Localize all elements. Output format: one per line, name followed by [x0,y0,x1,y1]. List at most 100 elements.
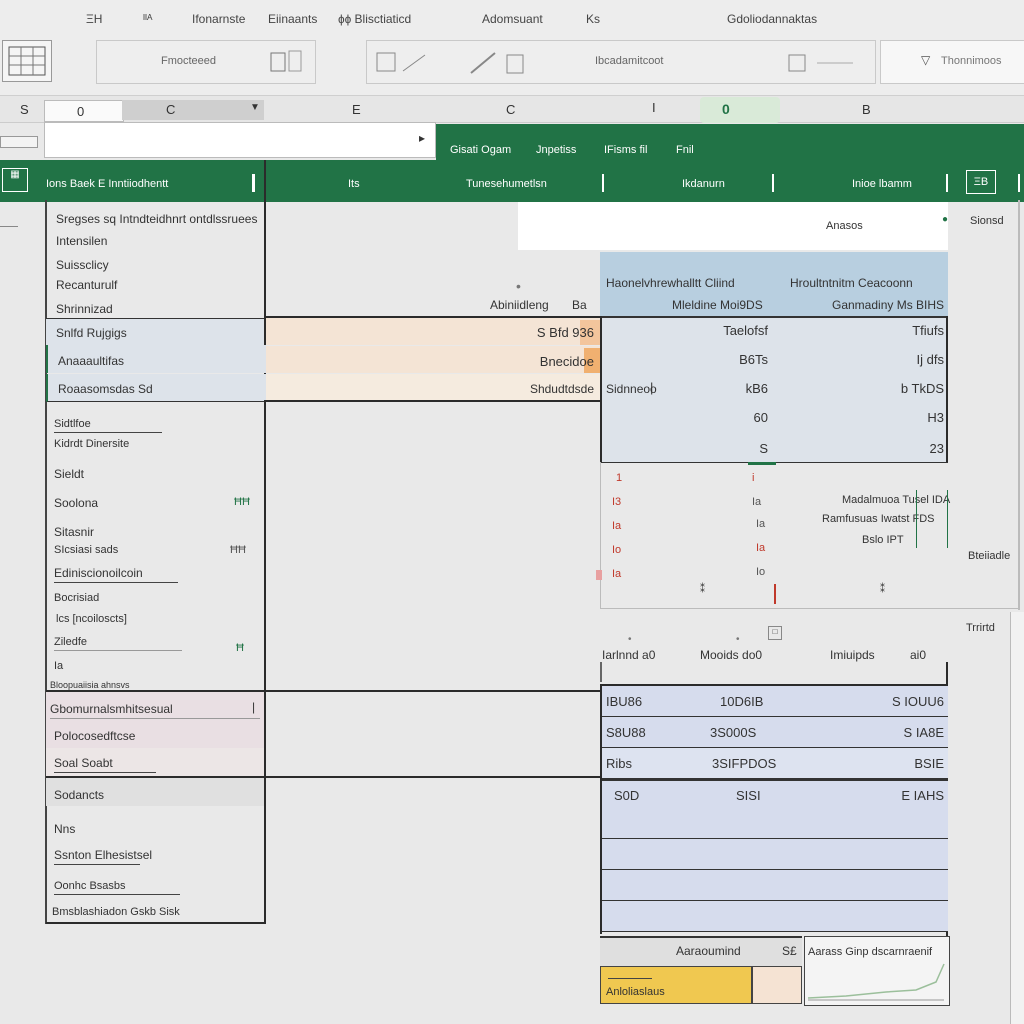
left-item[interactable]: Kidrdt Dinersite [54,438,129,450]
side-label: Sionsd [970,215,1004,227]
header-divider [772,174,774,192]
left-item[interactable]: Soolona [54,496,98,510]
left-item[interactable]: Ediniscionoilcoin [54,566,143,580]
scrollbar[interactable] [1010,612,1024,1024]
item-mark: Ħ [236,642,244,654]
scatter-mark: Ia [756,542,766,554]
ribbon-tab-file[interactable]: ΞΗ [86,12,102,26]
band-menu-item[interactable]: Gisati Ogam [450,144,511,156]
column-header[interactable]: B [862,102,871,117]
white-label: Anasos [826,220,863,232]
highlight-row-label: Snlfd Rujgigs [56,326,127,340]
small-box-icon[interactable]: □ [768,626,782,640]
peach-cell[interactable] [752,966,802,1004]
name-box-dropdown[interactable]: C ▼ [122,100,264,120]
bottom-header[interactable]: Imiuipds [830,648,875,662]
row-cursor-icon: | [650,380,654,395]
bottom-cell: S IA8E [903,725,944,740]
left-item[interactable]: lcs [ncoiloscts] [56,613,127,625]
app-logo-icon[interactable] [2,40,52,82]
ribbon-tab-insert[interactable]: Ifonarnste [192,12,245,26]
header-divider [946,174,948,192]
footer-code: S£ [782,944,797,958]
col-b-header[interactable]: Hroultntnitm Ceacoonn [790,276,913,290]
scatter-mark: I3 [612,496,622,508]
middle-value: Shdudtdsde [529,382,594,396]
font-tools-icon[interactable] [375,49,435,77]
scatter-mark: Ia [612,520,622,532]
ribbon-tab-review[interactable]: Ks [586,12,600,26]
col-a-header[interactable]: Haonelvhrewhalltt Cliind [606,276,735,290]
column-header-selected[interactable]: 0 [700,97,780,123]
header-grid-icon[interactable]: ΞΒ [966,170,996,194]
mini-chart-icon [807,963,945,1001]
table-header-cell[interactable]: Ions Baek E Inntiiodhentt [46,178,168,190]
middle-hint-label: Abiniidleng [490,298,549,312]
row-cursor-icon: | [252,700,256,714]
ribbon-tab-layout[interactable]: Eiinaants [268,12,317,26]
column-header[interactable]: C [506,102,515,117]
filter-icon[interactable]: ▽ [921,53,930,67]
left-item[interactable]: Sieldt [54,467,84,481]
middle-hint-code: Ba [572,298,587,312]
ribbon-tab-formulas[interactable]: ɸɸ Blisctiaticd [338,12,411,26]
column-header[interactable]: E [352,102,361,117]
left-item[interactable]: Sitasnir [54,525,94,539]
band-menu-item[interactable]: Fnil [676,144,694,156]
bottom-table-row[interactable] [600,808,948,839]
format-icon[interactable] [787,51,857,75]
left-item[interactable]: Ziledfe [54,636,87,648]
bottom-cell: IBU86 [606,694,643,709]
dot-marker: • [516,278,521,294]
bottom-header[interactable]: ai0 [910,648,926,662]
ribbon-tab-view[interactable]: Gdoliodannaktas [727,12,817,26]
left-item[interactable]: Bloopuaiisia ahnsvs [50,680,130,690]
selected-column-label: 0 [722,101,730,117]
band-menu-item[interactable]: Jnpetiss [536,144,576,156]
bottom-cell: 10D6IB [720,694,764,709]
underline [54,650,182,651]
table-header-cell[interactable]: Its [348,178,360,190]
bottom-cell: S0D [614,788,640,803]
header-divider [602,174,604,192]
left-item[interactable]: Sidtlfoe [54,418,91,430]
sheet-icon[interactable]: ▦ [2,168,28,192]
formula-input[interactable]: ▸ [44,122,436,158]
footer-label: Aaraoumind [676,944,741,958]
legend-bracket [916,490,948,548]
section3-label: Oonhc Bsasbs [54,880,126,892]
left-item[interactable]: Ia [54,660,63,672]
underline [54,894,180,895]
yellow-cell[interactable] [600,966,752,1004]
table-cell: S [759,441,768,456]
left-note: Suissclicy [56,258,109,272]
name-box[interactable]: 0 [44,100,124,122]
bottom-table-row[interactable] [600,870,948,901]
column-header[interactable]: I [652,100,656,115]
bottom-table-row[interactable] [600,901,948,932]
table-header-cell[interactable]: Ikdanurn [682,178,725,190]
band-menu-item[interactable]: IFisms fil [604,144,647,156]
bottom-table-row[interactable] [600,839,948,870]
ribbon-tab-home[interactable]: ᴵᴵᴬ [143,12,152,26]
section2-label: Gbomurnalsmhitsesual [50,702,173,716]
left-item[interactable]: SIcsiasi sads [54,544,118,556]
paste-icon[interactable] [267,47,307,77]
left-item[interactable]: Bocrisiad [54,592,99,604]
bottom-header[interactable]: Iarlnnd a0 [602,648,655,662]
column-header[interactable]: S [20,102,29,117]
col-a-subheader[interactable]: Mleldine Moi9DS [672,298,763,312]
bottom-header[interactable]: Mooids do0 [700,648,762,662]
bottom-cell: S8U88 [606,725,646,740]
scatter-mark: Ia [756,518,766,530]
grid-line [264,400,602,402]
table-cell: B6Ts [739,352,768,367]
col-b-subheader[interactable]: Ganmadiny Ms BIHS [832,298,944,312]
ribbon-tab-data[interactable]: Adomsuant [482,12,543,26]
left-note: Intensilen [56,234,108,248]
table-header-cell[interactable]: Inioe lbamm [852,178,912,190]
brush-icon[interactable] [467,49,527,77]
table-header-cell[interactable]: Tunesehumetlsn [466,178,547,190]
item-mark: ĦĦ [234,496,250,508]
notes-area [600,462,1019,609]
